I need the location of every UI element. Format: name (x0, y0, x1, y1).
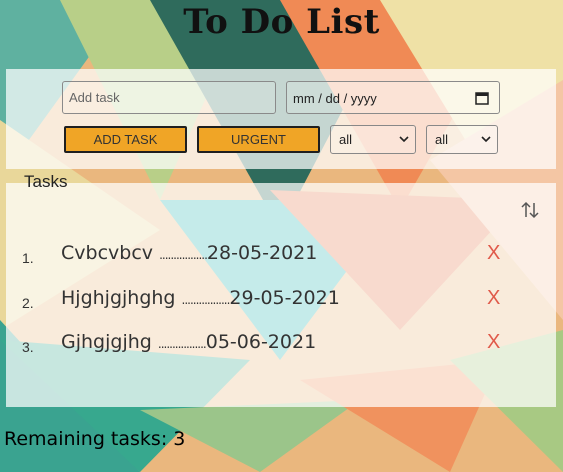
task-date: 29-05-2021 (229, 287, 340, 309)
date-input[interactable]: mm / dd / yyyy (286, 81, 500, 114)
task-name: Cvbcvbcv (61, 242, 154, 264)
filter-select-1[interactable]: all (330, 125, 416, 154)
task-number: 1. (22, 250, 34, 266)
page-title: To Do List (183, 2, 380, 42)
urgent-button[interactable]: URGENT (197, 126, 320, 153)
filter-select-2[interactable]: all (426, 125, 498, 154)
task-dots: ................. (181, 293, 231, 307)
task-row: 3. Gjhgjgjhg .................05-06-2021… (0, 331, 563, 361)
task-text: Cvbcvbcv .................28-05-2021 (61, 242, 317, 264)
chevron-down-icon (399, 136, 409, 143)
task-date: 28-05-2021 (206, 242, 318, 264)
delete-task-button[interactable]: X (487, 331, 500, 354)
task-dots: ................. (159, 248, 208, 262)
task-row: 2. Hjghjgjhghg .................29-05-20… (0, 287, 563, 317)
delete-task-button[interactable]: X (487, 287, 500, 310)
calendar-icon[interactable] (475, 91, 489, 105)
filter-select-1-value: all (339, 132, 353, 147)
delete-task-button[interactable]: X (487, 242, 500, 265)
sort-arrows-icon[interactable] (520, 200, 540, 220)
task-text: Gjhgjgjhg .................05-06-2021 (61, 331, 316, 353)
task-input[interactable]: Add task (62, 81, 276, 114)
task-text: Hjghjgjhghg .................29-05-2021 (61, 287, 340, 309)
add-task-button[interactable]: ADD TASK (64, 126, 187, 153)
filter-select-2-value: all (435, 132, 449, 147)
tasks-heading: Tasks (24, 172, 68, 191)
date-input-placeholder: mm / dd / yyyy (293, 91, 377, 106)
task-number: 2. (22, 295, 34, 311)
task-input-placeholder: Add task (69, 90, 120, 105)
task-row: 1. Cvbcvbcv .................28-05-2021 … (0, 242, 563, 272)
task-date: 05-06-2021 (205, 331, 317, 353)
chevron-down-icon (481, 136, 491, 143)
task-name: Hjghjgjhghg (61, 287, 176, 309)
remaining-tasks-count: Remaining tasks: 3 (4, 428, 186, 450)
task-number: 3. (22, 339, 34, 355)
task-dots: ................. (157, 337, 207, 351)
task-name: Gjhgjgjhg (61, 331, 152, 353)
